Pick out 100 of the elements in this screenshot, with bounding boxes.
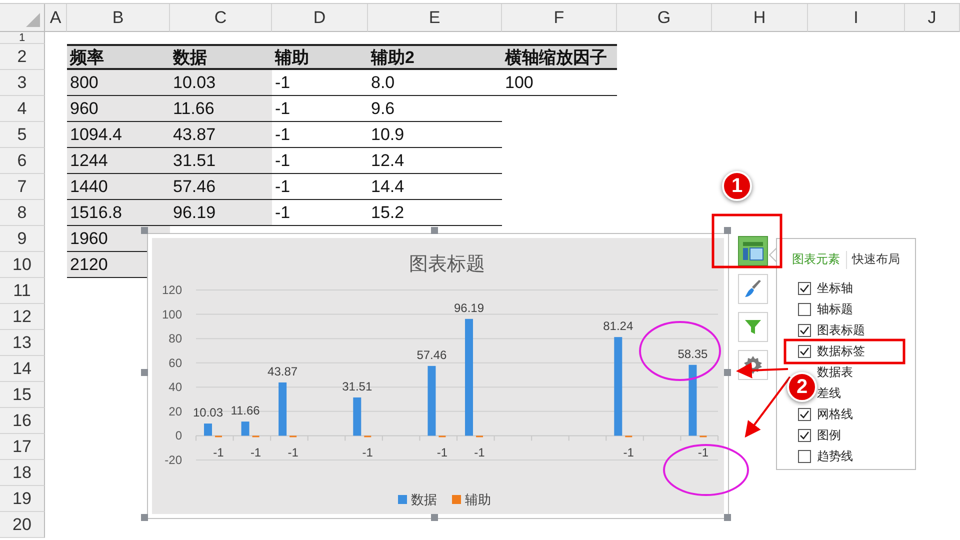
table-cell: 31.51 xyxy=(170,148,272,174)
option-label[interactable]: 网格线 xyxy=(817,406,853,423)
column-header[interactable]: G xyxy=(617,4,712,32)
column-header[interactable]: D xyxy=(272,4,368,32)
resize-handle[interactable] xyxy=(141,514,148,521)
resize-handle[interactable] xyxy=(724,514,731,521)
gear-icon xyxy=(743,355,763,375)
row-header[interactable]: 4 xyxy=(0,96,45,122)
column-header[interactable]: J xyxy=(905,4,960,32)
row-header[interactable]: 19 xyxy=(0,486,45,512)
bar[interactable] xyxy=(614,337,622,436)
filter-icon xyxy=(743,317,763,337)
data-label: 58.35 xyxy=(678,346,708,361)
header-cell: 数据 xyxy=(170,44,272,70)
option-label[interactable]: 差线 xyxy=(817,385,841,402)
table-cell: 14.4 xyxy=(368,174,502,200)
table-cell: 10.03 xyxy=(170,70,272,96)
checkbox[interactable] xyxy=(798,408,811,421)
checkbox[interactable] xyxy=(798,345,811,358)
table-cell: 11.66 xyxy=(170,96,272,122)
brush-icon xyxy=(743,279,763,299)
highlight-frame xyxy=(712,214,782,268)
chart-tool-button[interactable] xyxy=(738,236,768,266)
table-cell: -1 xyxy=(272,96,368,122)
row-header[interactable]: 6 xyxy=(0,148,45,174)
bar[interactable] xyxy=(278,382,287,436)
data-label: 10.03 xyxy=(192,406,224,420)
resize-handle[interactable] xyxy=(431,227,438,234)
row-header[interactable]: 8 xyxy=(0,200,45,226)
data-label: 31.51 xyxy=(342,379,372,394)
option-label[interactable]: 图表标题 xyxy=(817,322,865,339)
column-header[interactable]: A xyxy=(45,4,67,32)
table-cell: -1 xyxy=(272,122,368,148)
bar[interactable] xyxy=(428,366,436,436)
row-header[interactable]: 11 xyxy=(0,278,45,304)
legend-label[interactable]: 辅助 xyxy=(465,492,491,507)
row-header[interactable]: 2 xyxy=(0,44,45,70)
option-label[interactable]: 趋势线 xyxy=(817,448,853,465)
legend-swatch xyxy=(452,495,461,504)
axis-label: 120 xyxy=(162,283,182,297)
column-header[interactable]: F xyxy=(502,4,617,32)
checkbox[interactable] xyxy=(798,324,811,337)
column-header[interactable]: I xyxy=(808,4,905,32)
checkbox[interactable] xyxy=(798,450,811,463)
column-header[interactable]: H xyxy=(712,4,808,32)
bar[interactable] xyxy=(688,364,697,436)
option-label[interactable]: 数据表 xyxy=(817,364,853,381)
axis-label: 100 xyxy=(162,307,182,322)
data-label: -1 xyxy=(623,446,634,460)
row-header[interactable]: 20 xyxy=(0,512,45,538)
column-header[interactable]: C xyxy=(170,4,272,32)
resize-handle[interactable] xyxy=(141,369,148,376)
legend-label[interactable]: 数据 xyxy=(411,492,437,507)
tab[interactable]: 快速布局 xyxy=(847,249,906,270)
option-label[interactable]: 数据标签 xyxy=(817,343,865,360)
table-cell: 12.4 xyxy=(368,148,502,174)
bar[interactable] xyxy=(465,318,473,436)
chart-tool-button[interactable] xyxy=(738,274,768,304)
option-label[interactable]: 坐标轴 xyxy=(817,280,853,297)
column-header[interactable]: B xyxy=(67,4,170,32)
checkbox[interactable] xyxy=(798,282,811,295)
row-header[interactable]: 9 xyxy=(0,226,45,252)
data-label: -1 xyxy=(698,446,709,460)
bar[interactable] xyxy=(353,397,362,436)
bar[interactable] xyxy=(204,424,212,436)
resize-handle[interactable] xyxy=(431,514,438,521)
row-header[interactable]: 15 xyxy=(0,382,45,408)
row-header[interactable]: 3 xyxy=(0,70,45,96)
layout-icon xyxy=(742,241,764,261)
row-header[interactable]: 5 xyxy=(0,122,45,148)
select-all-button[interactable] xyxy=(0,4,45,32)
resize-handle[interactable] xyxy=(724,369,731,376)
row-header[interactable]: 13 xyxy=(0,330,45,356)
table-cell: -1 xyxy=(272,70,368,96)
row-header[interactable]: 17 xyxy=(0,434,45,460)
row-header[interactable]: 14 xyxy=(0,356,45,382)
row-header[interactable]: 7 xyxy=(0,174,45,200)
tab[interactable]: 图表元素 xyxy=(787,249,846,270)
resize-handle[interactable] xyxy=(724,227,731,234)
row-header[interactable]: 10 xyxy=(0,252,45,278)
chart-tool-button[interactable] xyxy=(738,312,768,342)
table-cell: 1516.8 xyxy=(67,200,170,226)
checkbox[interactable] xyxy=(798,429,811,442)
chart-frame[interactable]: 图表标题 -20 0 20 40 60 80 100 120 10.03 11.66 43.87 31.51 57.46 96.19 81.24 58.35 -1 -1 -1 -1 -1 -1 -1 -1 数据 辅助 xyxy=(147,233,729,519)
axis-label: 40 xyxy=(168,380,182,394)
option-label[interactable]: 轴标题 xyxy=(817,301,853,318)
chart-title[interactable]: 图表标题 xyxy=(409,254,485,275)
column-header[interactable]: E xyxy=(368,4,502,32)
row-header[interactable]: 16 xyxy=(0,408,45,434)
row-header[interactable]: 12 xyxy=(0,304,45,330)
table-cell: -1 xyxy=(272,200,368,226)
option-label[interactable]: 图例 xyxy=(817,427,841,444)
table-cell: 100 xyxy=(502,70,617,96)
bar[interactable] xyxy=(241,422,250,436)
data-label: -1 xyxy=(474,446,485,460)
row-header[interactable]: 18 xyxy=(0,460,45,486)
row-header[interactable]: 1 xyxy=(0,32,45,44)
table-cell: 57.46 xyxy=(170,174,272,200)
resize-handle[interactable] xyxy=(141,227,148,234)
checkbox[interactable] xyxy=(798,303,811,316)
